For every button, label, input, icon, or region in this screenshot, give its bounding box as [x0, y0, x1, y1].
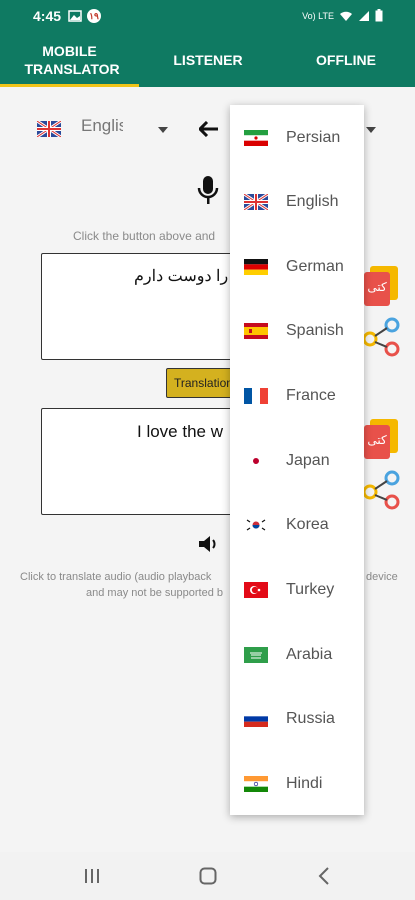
uk-flag-icon [37, 121, 61, 137]
target-language-dropdown: Persian English German Spanish France Ja… [230, 105, 364, 815]
tab-label: OFFLINE [316, 52, 376, 68]
notification-badge: ١٩ [87, 9, 101, 23]
saudi-flag-icon [244, 647, 268, 663]
tab-offline[interactable]: OFFLINE [277, 33, 415, 87]
dropdown-item-korea[interactable]: Korea [230, 505, 364, 545]
tab-label: LISTENER [173, 52, 243, 68]
clock: 4:45 [33, 8, 62, 24]
dropdown-item-label: Arabia [286, 646, 333, 663]
output-text-box: I love the w [41, 408, 241, 515]
target-chevron-down-icon[interactable] [366, 127, 376, 133]
source-language-label: English [81, 116, 123, 135]
microphone-icon[interactable] [197, 175, 219, 207]
dropdown-item-label: Persian [286, 129, 341, 146]
chevron-down-icon [158, 127, 168, 133]
dropdown-item-label: German [286, 258, 344, 275]
wifi-icon [340, 11, 352, 21]
japan-flag-icon [244, 453, 268, 469]
tab-listener[interactable]: LISTENER [139, 33, 277, 87]
input-text-box[interactable]: یا را دوست دارم [41, 253, 242, 360]
speaker-icon[interactable] [197, 533, 219, 555]
system-navigation-bar [0, 852, 415, 900]
battery-icon [375, 9, 383, 22]
input-text: یا را دوست دارم [133, 268, 242, 285]
uk-flag-icon [244, 194, 268, 210]
dropdown-item-german[interactable]: German [230, 247, 364, 287]
dropdown-item-label: Russia [286, 710, 335, 727]
source-language-spinner[interactable]: English [36, 108, 170, 148]
book-icon: کتی [364, 272, 390, 306]
iran-flag-icon [244, 130, 268, 146]
book-icon: کتی [364, 425, 390, 459]
dropdown-item-persian[interactable]: Persian [230, 118, 364, 158]
audio-hint-line1: Click to translate audio (audio playback [20, 571, 212, 583]
side-badge-bottom[interactable]: کتی [362, 415, 402, 513]
france-flag-icon [244, 388, 268, 404]
mic-hint-text: Click the button above and [73, 229, 216, 243]
dropdown-item-english[interactable]: English [230, 182, 364, 222]
side-badge-top[interactable]: کتی [362, 262, 402, 360]
dropdown-item-label: Turkey [286, 581, 335, 598]
translate-button-label: Translation [174, 376, 233, 390]
korea-flag-icon [244, 517, 268, 533]
turkey-flag-icon [244, 582, 268, 598]
dropdown-item-turkey[interactable]: Turkey [230, 570, 364, 610]
dropdown-item-france[interactable]: France [230, 376, 364, 416]
germany-flag-icon [244, 259, 268, 275]
spain-flag-icon [244, 323, 268, 339]
dropdown-item-hindi[interactable]: Hindi [230, 764, 364, 804]
back-icon[interactable] [318, 867, 330, 885]
dropdown-item-label: Hindi [286, 775, 323, 792]
home-icon[interactable] [199, 867, 217, 885]
translate-button[interactable]: Translation [166, 368, 236, 398]
tab-bar: MOBILE TRANSLATOR LISTENER OFFLINE [0, 33, 415, 87]
dropdown-item-spanish[interactable]: Spanish [230, 311, 364, 351]
dropdown-item-russia[interactable]: Russia [230, 699, 364, 739]
dropdown-item-label: English [286, 193, 339, 210]
dropdown-item-arabia[interactable]: Arabia [230, 635, 364, 675]
dropdown-item-japan[interactable]: Japan [230, 441, 364, 481]
output-text: I love the w [137, 422, 223, 441]
audio-hint-line2: and may not be supported b [86, 587, 223, 599]
recent-apps-icon[interactable] [83, 868, 101, 884]
dropdown-item-label: Japan [286, 452, 330, 469]
swap-arrow-icon[interactable] [199, 121, 219, 137]
audio-hint-line1-end: device [366, 571, 398, 583]
share-icon [362, 317, 400, 357]
volte-indicator: Vo) LTE [302, 10, 334, 21]
russia-flag-icon [244, 711, 268, 727]
status-bar: 4:45 ١٩ Vo) LTE [0, 0, 415, 33]
dropdown-item-label: Spanish [286, 322, 344, 339]
dropdown-item-label: France [286, 387, 336, 404]
dropdown-item-label: Korea [286, 516, 329, 533]
india-flag-icon [244, 776, 268, 792]
signal-icon [359, 10, 369, 21]
share-icon [362, 470, 400, 510]
tab-mobile-translator[interactable]: MOBILE TRANSLATOR [0, 33, 139, 87]
gallery-icon [68, 10, 82, 22]
tab-label: MOBILE TRANSLATOR [24, 43, 120, 77]
